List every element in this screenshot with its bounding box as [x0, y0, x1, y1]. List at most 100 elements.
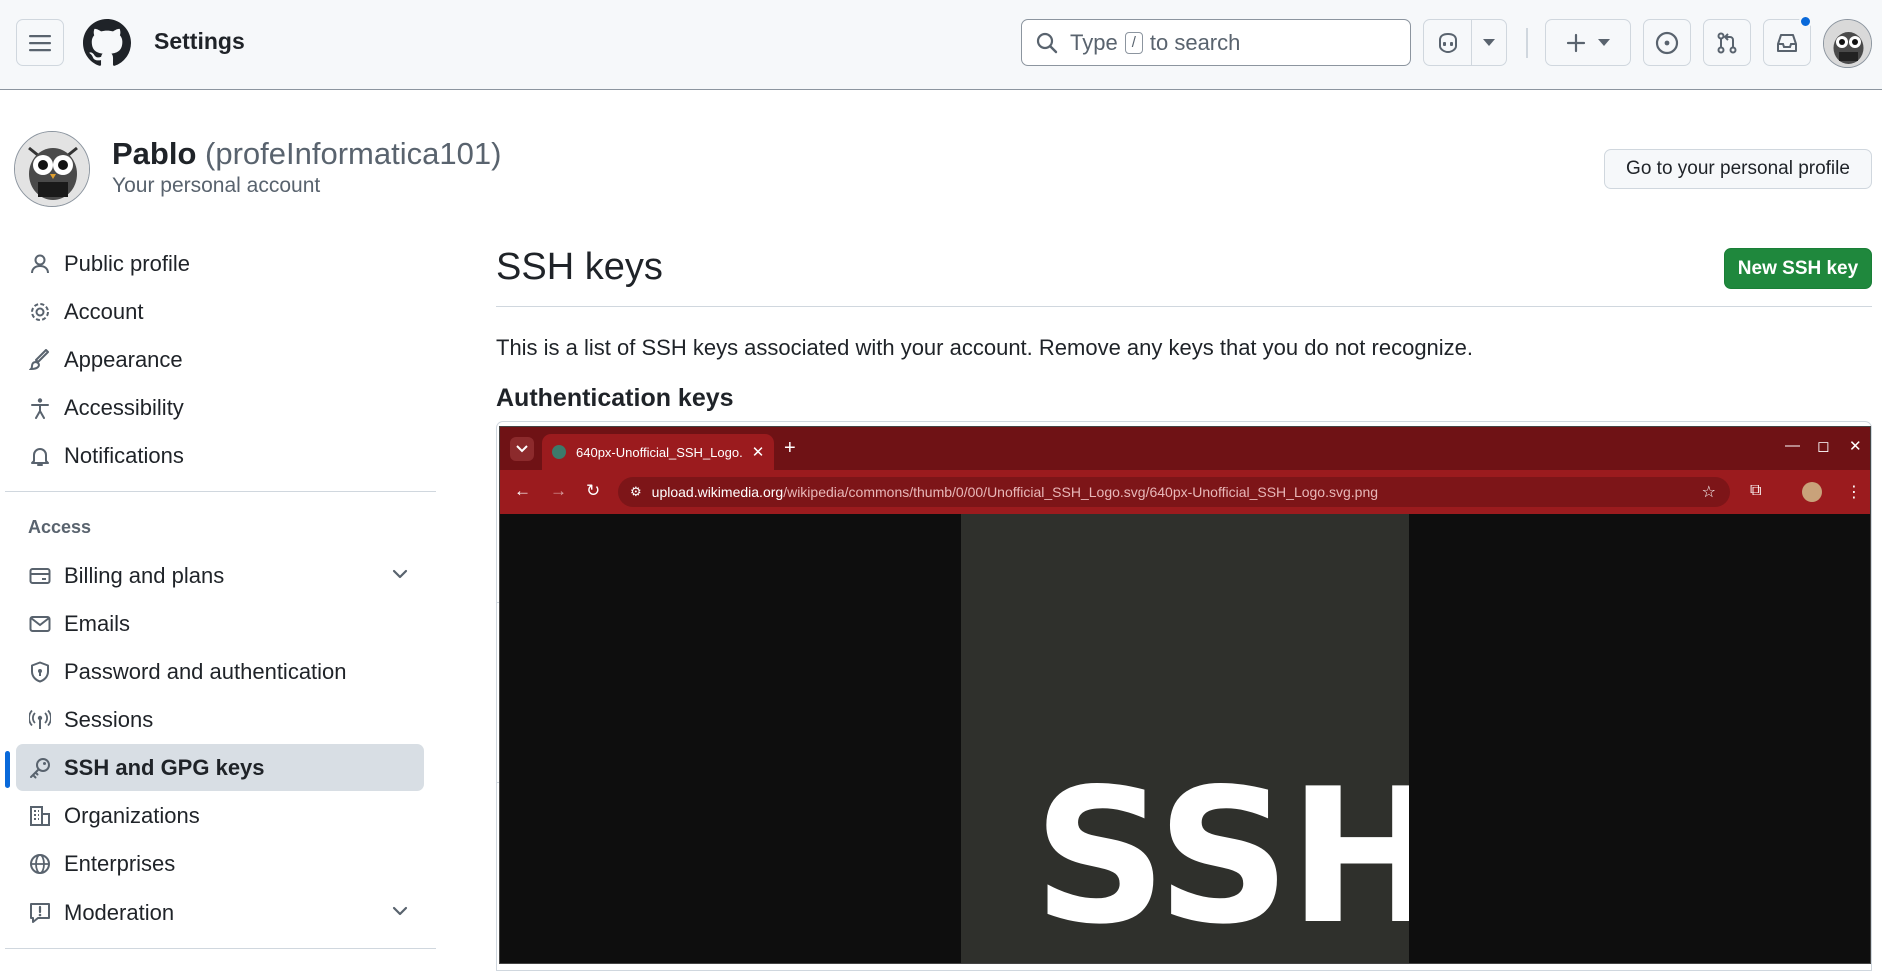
copilot-button[interactable]	[1423, 19, 1507, 66]
reload-icon[interactable]: ↻	[586, 481, 600, 501]
person-icon	[28, 252, 52, 276]
triangle-down-icon	[1483, 38, 1495, 46]
browser-window: 640px-Unofficial_SSH_Logo. ✕ + — ◻ ✕ ← →…	[499, 426, 1871, 964]
title-divider	[496, 306, 1872, 307]
forward-icon[interactable]: →	[550, 481, 567, 501]
copilot-icon	[1438, 32, 1457, 53]
user-avatar[interactable]	[1823, 19, 1872, 68]
header-divider	[1526, 28, 1528, 58]
ssh-logo-text: SSH	[1033, 748, 1409, 964]
organization-icon	[28, 804, 52, 828]
sidebar-item-account[interactable]: Account	[16, 288, 424, 335]
chevron-down-icon[interactable]	[390, 901, 410, 921]
back-icon[interactable]: ←	[514, 481, 531, 501]
ssh-logo-image: SSH	[961, 514, 1409, 964]
issues-button[interactable]	[1643, 19, 1691, 66]
plus-icon	[1566, 33, 1586, 52]
search-input[interactable]: Type / to search	[1021, 19, 1411, 66]
issue-opened-icon	[1655, 31, 1679, 54]
new-ssh-key-button[interactable]: New SSH key	[1724, 248, 1872, 289]
browser-viewport: SSH	[500, 514, 1870, 964]
report-icon	[28, 901, 52, 925]
broadcast-icon	[28, 708, 52, 732]
browser-toolbar: ← → ↻ ⚙ upload.wikimedia.org/wikipedia/c…	[500, 470, 1870, 514]
minimize-icon[interactable]: —	[1785, 437, 1800, 454]
extensions-icon[interactable]: ⧉	[1750, 482, 1761, 500]
close-window-icon[interactable]: ✕	[1849, 437, 1862, 455]
sidebar-item-label: Emails	[64, 610, 131, 636]
new-tab-icon[interactable]: +	[784, 437, 796, 460]
search-icon	[1036, 32, 1058, 53]
git-pull-request-icon	[1717, 32, 1737, 53]
sidebar-divider	[5, 948, 436, 949]
close-tab-icon[interactable]: ✕	[748, 443, 768, 461]
sidebar-item-emails[interactable]: Emails	[16, 600, 424, 647]
sidebar-item-label: Sessions	[64, 706, 154, 732]
inbox-icon	[1777, 33, 1797, 52]
shield-lock-icon	[28, 660, 52, 684]
globe-icon	[28, 852, 52, 876]
gear-icon	[28, 300, 52, 324]
sidebar-item-ssh-gpg-keys[interactable]: SSH and GPG keys	[16, 744, 424, 791]
sidebar-item-label: Moderation	[64, 899, 175, 925]
sidebar-item-label: Organizations	[64, 802, 200, 828]
copilot-dropdown[interactable]	[1472, 20, 1506, 65]
sidebar-item-notifications[interactable]: Notifications	[16, 432, 424, 479]
sidebar-item-label: Password and authentication	[64, 658, 347, 684]
sidebar-item-label: Public profile	[64, 250, 190, 276]
sidebar-item-label: Appearance	[64, 346, 183, 372]
favicon-icon	[552, 445, 566, 459]
sidebar-item-label: Billing and plans	[64, 562, 225, 588]
address-bar[interactable]: ⚙ upload.wikimedia.org/wikipedia/commons…	[618, 477, 1730, 507]
accessibility-icon	[28, 396, 52, 420]
more-menu-icon[interactable]: ⋮	[1846, 482, 1862, 502]
tab-search-button[interactable]	[510, 437, 534, 461]
url-host: upload.wikimedia.org	[651, 484, 784, 500]
sidebar-divider	[5, 491, 436, 492]
bookmark-star-icon[interactable]: ☆	[1702, 482, 1716, 502]
site-info-icon[interactable]: ⚙	[630, 484, 642, 500]
sidebar-item-sessions[interactable]: Sessions	[16, 696, 424, 743]
sidebar-item-moderation[interactable]: Moderation	[16, 889, 424, 936]
sidebar-item-password-auth[interactable]: Password and authentication	[16, 648, 424, 695]
paintbrush-icon	[28, 348, 52, 372]
settings-sidebar: Public profile Account Appearance Access…	[0, 0, 440, 971]
page-title: SSH keys	[496, 246, 663, 288]
sidebar-item-enterprises[interactable]: Enterprises	[16, 840, 424, 887]
active-nav-indicator	[5, 751, 10, 788]
sidebar-item-accessibility[interactable]: Accessibility	[16, 384, 424, 431]
browser-tab-bar: 640px-Unofficial_SSH_Logo. ✕ + — ◻ ✕	[500, 427, 1870, 470]
maximize-icon[interactable]: ◻	[1817, 437, 1829, 455]
go-to-profile-button[interactable]: Go to your personal profile	[1604, 149, 1872, 189]
page-description: This is a list of SSH keys associated wi…	[496, 335, 1474, 360]
sidebar-item-organizations[interactable]: Organizations	[16, 792, 424, 839]
key-icon	[28, 756, 52, 780]
sidebar-item-label: Notifications	[64, 442, 184, 468]
bell-icon	[28, 444, 52, 468]
chevron-down-icon	[516, 445, 528, 453]
sidebar-item-appearance[interactable]: Appearance	[16, 336, 424, 383]
triangle-down-icon	[1598, 38, 1610, 46]
copilot-icon-segment[interactable]	[1424, 20, 1472, 65]
owl-avatar-icon	[1824, 20, 1871, 67]
browser-tab[interactable]: 640px-Unofficial_SSH_Logo. ✕	[542, 434, 774, 470]
credit-card-icon	[28, 564, 52, 588]
sidebar-item-billing[interactable]: Billing and plans	[16, 552, 424, 599]
browser-tab-title: 640px-Unofficial_SSH_Logo.	[576, 444, 743, 460]
search-suffix: to search	[1149, 29, 1241, 55]
sidebar-item-public-profile[interactable]: Public profile	[16, 240, 424, 287]
unread-notification-dot	[1799, 15, 1812, 28]
sidebar-item-label: Enterprises	[64, 850, 176, 876]
create-new-button[interactable]	[1545, 19, 1631, 66]
pull-requests-button[interactable]	[1703, 19, 1751, 66]
browser-profile-avatar[interactable]	[1802, 482, 1822, 502]
url-path: /wikipedia/commons/thumb/0/00/Unofficial…	[783, 484, 1379, 500]
section-title: Authentication keys	[496, 384, 734, 412]
sidebar-item-label: Account	[64, 298, 144, 324]
sidebar-section-heading: Access	[28, 517, 92, 537]
chevron-down-icon[interactable]	[390, 564, 410, 584]
mail-icon	[28, 612, 52, 636]
search-prefix: Type	[1070, 29, 1118, 55]
sidebar-item-label: Accessibility	[64, 394, 184, 420]
search-shortcut-key: /	[1124, 31, 1143, 54]
